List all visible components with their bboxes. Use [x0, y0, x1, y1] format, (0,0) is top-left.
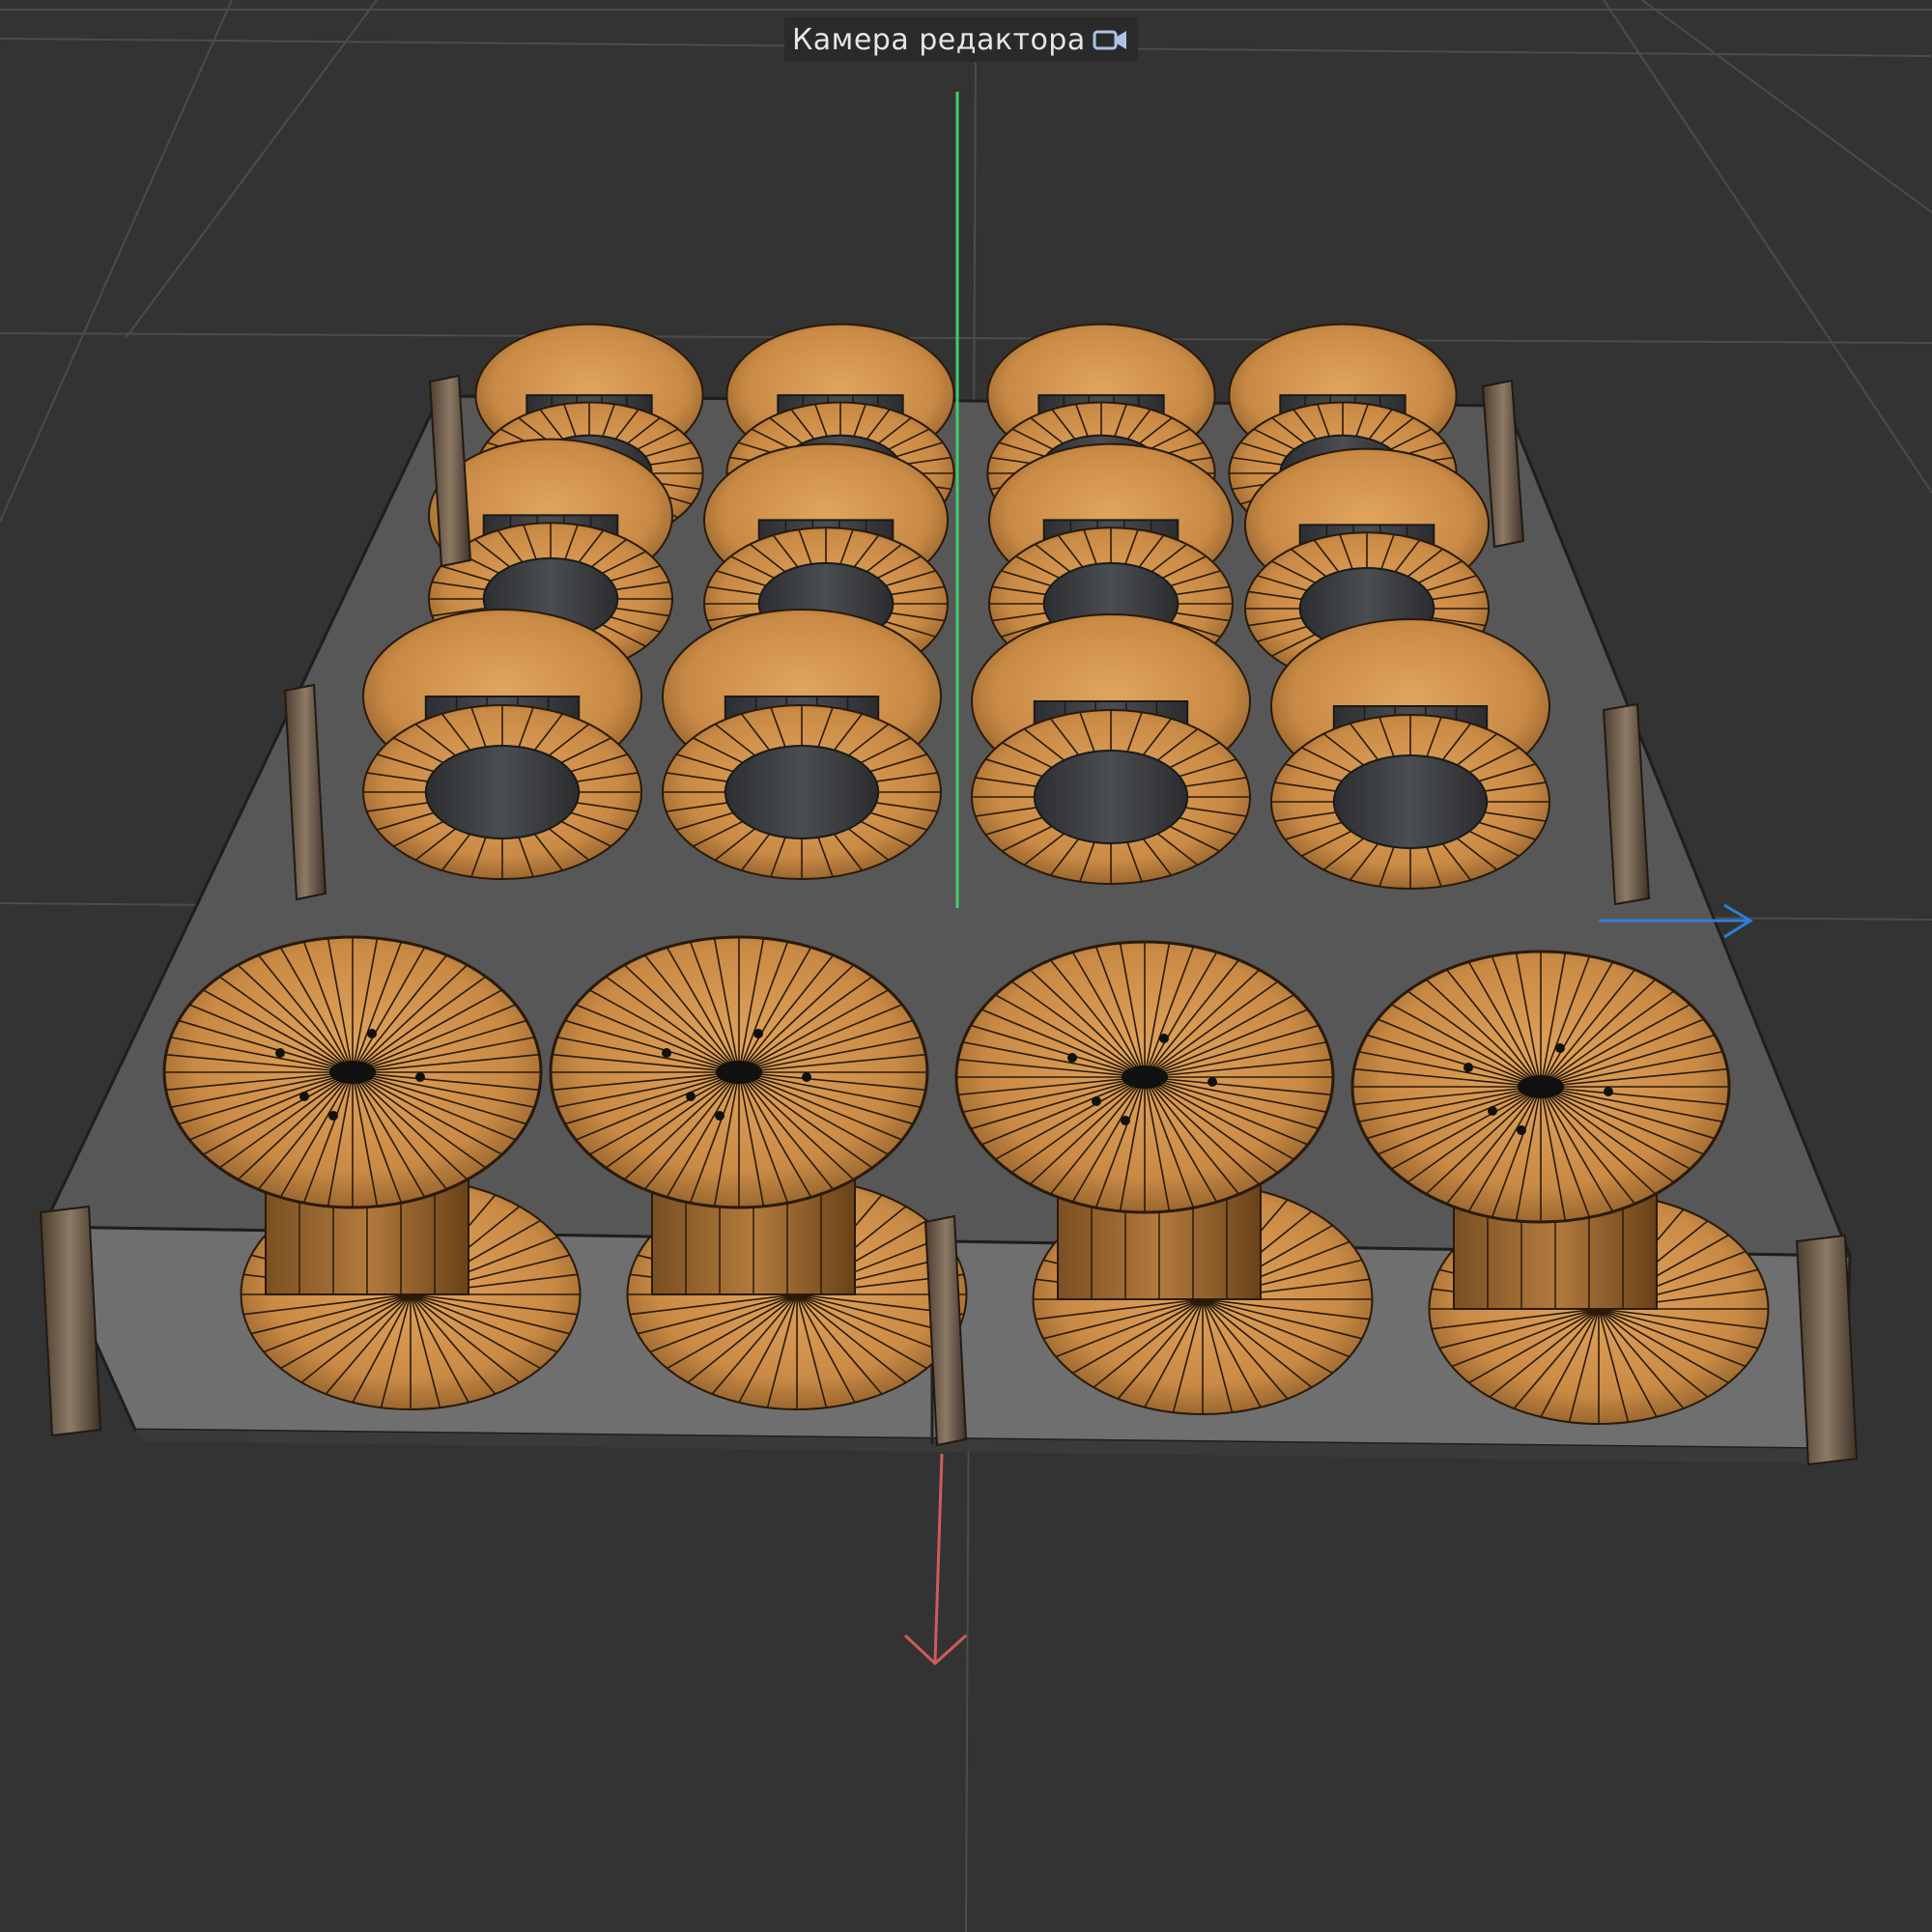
spool-hub [1122, 1065, 1168, 1089]
grid-line [0, 332, 1932, 344]
spool-bolt [1067, 1053, 1077, 1063]
spool-bolt [1517, 1125, 1526, 1135]
grid-line [0, 0, 233, 523]
grid-line [1603, 0, 1932, 494]
spool-bolt [1121, 1116, 1130, 1125]
grid-line [125, 0, 378, 339]
spool-bolt [328, 1111, 338, 1121]
spool-bolt [802, 1072, 811, 1082]
spool-hub [1518, 1075, 1564, 1098]
spool-bolt [1463, 1063, 1473, 1072]
spool-bolt [299, 1092, 309, 1101]
x-axis-handle[interactable] [933, 1453, 944, 1662]
spool-bolt [1092, 1096, 1101, 1106]
spool-bolt [662, 1048, 671, 1058]
spool-hub [329, 1061, 376, 1084]
spool-bolt [753, 1029, 763, 1038]
spool-bolt [1555, 1043, 1565, 1053]
cable-spool [971, 613, 1251, 885]
camera-icon [1093, 30, 1126, 50]
grid-line [1641, 0, 1932, 213]
cable-spool [1270, 618, 1550, 890]
spool-bolt [1208, 1077, 1217, 1087]
pallet-post [1795, 1234, 1859, 1466]
spool-bolt [715, 1111, 724, 1121]
spool-bolt [367, 1029, 377, 1038]
pallet-post [39, 1205, 102, 1437]
scene-canvas[interactable] [0, 0, 1932, 1932]
spool-hub [716, 1061, 762, 1084]
editor-camera-label[interactable]: Камера редактора [784, 17, 1138, 62]
spool-bolt [1159, 1034, 1169, 1043]
spool-bolt [415, 1072, 425, 1082]
spool-bolt [686, 1092, 696, 1101]
spool-bolt [275, 1048, 285, 1058]
camera-label-text: Камера редактора [792, 22, 1086, 57]
3d-viewport[interactable]: Камера редактора [0, 0, 1932, 1932]
spool-bolt [1604, 1087, 1613, 1096]
spool-bolt [1488, 1106, 1497, 1116]
cable-spool [662, 609, 942, 880]
cable-spool [362, 609, 642, 880]
